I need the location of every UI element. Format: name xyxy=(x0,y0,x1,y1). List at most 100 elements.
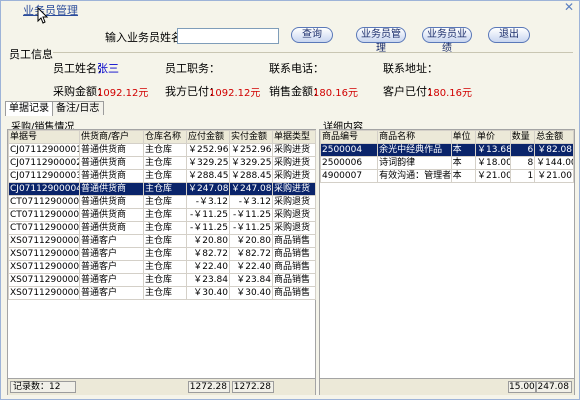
table-cell: 主仓库 xyxy=(143,182,187,196)
table-cell: 普通供货商 xyxy=(79,221,144,235)
table-cell: 有效沟通：管理者 xyxy=(377,169,452,183)
table-cell: ￥247.08 xyxy=(229,182,273,196)
right-status-bar: 15.00 247.08 xyxy=(320,378,574,395)
table-cell: 商品销售 xyxy=(272,286,316,300)
table-cell: 采购进货 xyxy=(272,143,316,157)
table-cell: CJ07112900003 xyxy=(8,169,80,183)
table-cell: 主仓库 xyxy=(143,208,187,222)
table-cell: CJ07112900002 xyxy=(8,156,80,170)
table-row[interactable]: XS07112900003 普通客户 主仓库 ￥22.40 ￥22.40 商品销售 xyxy=(8,260,316,274)
table-cell: 采购退货 xyxy=(272,208,316,222)
table-cell: XS07112900005 xyxy=(8,286,80,300)
manage-button[interactable]: 业务员管理 xyxy=(356,27,406,54)
column-header[interactable]: 应付金额 xyxy=(186,130,230,144)
table-cell: -￥11.25 xyxy=(229,208,273,222)
table-row[interactable]: 2500004 余光中经典作品本 ￥13.68 6 ￥82.08 xyxy=(319,143,574,157)
table-cell: ￥82.08 xyxy=(534,143,574,157)
table-cell: 普通供货商 xyxy=(79,208,144,222)
performance-button[interactable]: 业务员业绩 xyxy=(422,27,472,54)
table-row[interactable]: CT07112900002 普通供货商 主仓库 -￥11.25 -￥11.25 采购退货 xyxy=(8,208,316,222)
table-cell: CT07112900002 xyxy=(8,208,80,222)
total-paid: 1272.28 xyxy=(232,381,274,393)
table-cell: 普通客户 xyxy=(79,286,144,300)
table-cell: ￥252.96 xyxy=(229,143,273,157)
left-status-bar: 记录数：12 1272.28 1272.28 xyxy=(8,378,315,395)
table-cell: -￥3.12 xyxy=(229,195,273,209)
table-cell: 主仓库 xyxy=(143,169,187,183)
paid-value: 1092.12元 xyxy=(209,88,261,99)
column-header[interactable]: 仓库名称 xyxy=(143,130,187,144)
table-cell: ￥22.40 xyxy=(186,260,230,274)
table-cell: ￥144.00 xyxy=(534,156,574,170)
title-bar: 业务员管理 ✕ xyxy=(1,1,579,17)
table-row[interactable]: CT07112900001 普通供货商 主仓库 -￥3.12 -￥3.12 采购退货 xyxy=(8,195,316,209)
table-cell: ￥82.72 xyxy=(229,247,273,261)
table-cell: ￥247.08 xyxy=(186,182,230,196)
table-cell: 2500006 xyxy=(319,156,379,170)
total-due: 1272.28 xyxy=(188,381,230,393)
table-cell: ￥18.00 xyxy=(475,156,511,170)
table-cell: 普通供货商 xyxy=(79,143,144,157)
table-cell: 普通客户 xyxy=(79,247,144,261)
table-row[interactable]: XS07112900001 普通客户 主仓库 ￥20.80 ￥20.80 商品销售 xyxy=(8,234,316,248)
main-window: 业务员管理 ✕ 输入业务员姓名： 查询 业务员管理 业务员业绩 退出 员工信息 … xyxy=(0,0,580,400)
table-cell: 采购进货 xyxy=(272,169,316,183)
tab-records[interactable]: 单据记录 xyxy=(5,101,53,116)
table-row[interactable]: 2500006 诗词韵律本 ￥18.00 8 ￥144.00 xyxy=(319,156,574,170)
table-cell: 诗词韵律 xyxy=(377,156,452,170)
table-cell: 普通供货商 xyxy=(79,195,144,209)
table-cell: 1 xyxy=(509,169,536,183)
query-button[interactable]: 查询 xyxy=(291,27,333,43)
table-row[interactable]: CJ07112900003 普通供货商 主仓库 ￥288.45 ￥288.45 采购进货 xyxy=(8,169,316,183)
table-cell: 采购进货 xyxy=(272,182,316,196)
table-cell: 采购退货 xyxy=(272,195,316,209)
table-cell: -￥3.12 xyxy=(186,195,230,209)
table-cell: 商品销售 xyxy=(272,260,316,274)
column-header[interactable]: 商品编号 xyxy=(319,130,379,144)
column-header[interactable]: 实付金额 xyxy=(229,130,273,144)
table-cell: 普通供货商 xyxy=(79,182,144,196)
column-header[interactable]: 单据号 xyxy=(8,130,80,144)
table-cell: 主仓库 xyxy=(143,260,187,274)
table-cell: XS07112900004 xyxy=(8,273,80,287)
table-row[interactable]: XS07112900004 普通客户 主仓库 ￥23.84 ￥23.84 商品销售 xyxy=(8,273,316,287)
table-row[interactable]: XS07112900005 普通客户 主仓库 ￥30.40 ￥30.40 商品销售 xyxy=(8,286,316,300)
detail-table-panel: 商品编号 商品名称 单位 单价 数量 总金额 2500004 余光中经典作品本 ￥13.68 6… xyxy=(319,129,575,395)
employee-section-title: 员工信息 xyxy=(9,48,53,61)
table-cell: 主仓库 xyxy=(143,247,187,261)
table-cell: 余光中经典作品 xyxy=(377,143,452,157)
name-value: 张三 xyxy=(97,62,119,75)
table-cell: 主仓库 xyxy=(143,195,187,209)
table-cell: CJ07112900004 xyxy=(8,182,80,196)
section-divider xyxy=(53,52,573,53)
table-cell: -￥11.25 xyxy=(229,221,273,235)
table-cell: ￥30.40 xyxy=(186,286,230,300)
table-cell: 商品销售 xyxy=(272,273,316,287)
table-row[interactable]: XS07112900002 普通客户 主仓库 ￥82.72 ￥82.72 商品销售 xyxy=(8,247,316,261)
column-header[interactable]: 数量 xyxy=(509,130,536,144)
column-header[interactable]: 单位 xyxy=(450,130,477,144)
table-cell: ￥288.45 xyxy=(186,169,230,183)
column-header[interactable]: 供货商/客户 xyxy=(79,130,144,144)
table-cell: 普通供货商 xyxy=(79,156,144,170)
table-cell: ￥21.00 xyxy=(475,169,511,183)
close-icon[interactable]: ✕ xyxy=(563,1,575,13)
exit-button[interactable]: 退出 xyxy=(488,27,530,43)
search-input[interactable] xyxy=(177,28,279,44)
table-cell: 主仓库 xyxy=(143,234,187,248)
table-row[interactable]: CJ07112900002 普通供货商 主仓库 ￥329.25 ￥329.25 采购进货 xyxy=(8,156,316,170)
table-cell: 普通客户 xyxy=(79,260,144,274)
column-header[interactable]: 单价 xyxy=(475,130,511,144)
table-row[interactable]: CJ07112900004 普通供货商 主仓库 ￥247.08 ￥247.08 采购进货 xyxy=(8,182,316,196)
table-row[interactable]: CT07112900003 普通供货商 主仓库 -￥11.25 -￥11.25 采购退货 xyxy=(8,221,316,235)
table-cell: ￥329.25 xyxy=(186,156,230,170)
table-cell: ￥20.80 xyxy=(229,234,273,248)
table-row[interactable]: 4900007 有效沟通：管理者本 ￥21.00 1 ￥21.00 xyxy=(319,169,574,183)
column-header[interactable]: 单据类型 xyxy=(272,130,316,144)
column-header[interactable]: 商品名称 xyxy=(377,130,452,144)
table-cell: 普通供货商 xyxy=(79,169,144,183)
table-row[interactable]: CJ07112900001 普通供货商 主仓库 ￥252.96 ￥252.96 采购进货 xyxy=(8,143,316,157)
tab-notes[interactable]: 备注/日志 xyxy=(52,101,104,115)
column-header[interactable]: 总金额 xyxy=(534,130,574,144)
qty-total: 15.00 xyxy=(508,381,536,393)
